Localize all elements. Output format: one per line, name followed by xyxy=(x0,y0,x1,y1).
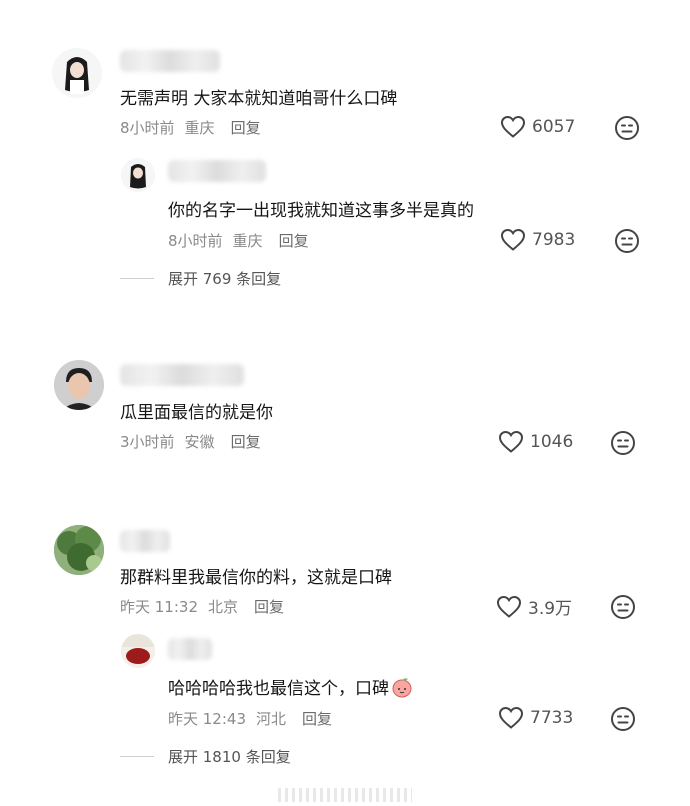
comment-meta: 8小时前 重庆 回复 xyxy=(120,117,271,138)
heart-outline-icon xyxy=(498,706,524,729)
comment-meta: 昨天 12:43 河北 回复 xyxy=(168,708,342,729)
avatar[interactable] xyxy=(121,634,155,668)
heart-outline-icon xyxy=(496,595,522,618)
comment-location: 河北 xyxy=(256,710,287,728)
like-count: 7733 xyxy=(530,708,574,728)
meh-face-icon[interactable] xyxy=(614,115,640,141)
comment-text: 瓜里面最信的就是你 xyxy=(120,403,273,423)
reply-button[interactable]: 回复 xyxy=(279,232,309,250)
reply-button[interactable]: 回复 xyxy=(302,710,332,728)
expand-replies-label: 展开 769 条回复 xyxy=(168,270,282,288)
comment-location: 安徽 xyxy=(184,433,215,451)
heart-outline-icon xyxy=(500,115,526,138)
username-blurred[interactable] xyxy=(120,530,170,552)
like-button[interactable]: 7733 xyxy=(498,706,573,730)
comment-text: 你的名字一出现我就知道这事多半是真的 xyxy=(168,201,474,221)
comment-time: 昨天 11:32 xyxy=(120,598,198,616)
like-count: 1046 xyxy=(530,432,574,452)
username-blurred[interactable] xyxy=(120,364,244,386)
like-button[interactable]: 6057 xyxy=(500,115,575,139)
comment-location: 重庆 xyxy=(184,119,215,137)
comment-time: 8小时前 xyxy=(168,232,223,250)
comment-meta: 3小时前 安徽 回复 xyxy=(120,431,271,452)
username-blurred[interactable] xyxy=(120,50,220,72)
expand-replies-button[interactable]: 展开 769 条回复 xyxy=(120,268,281,289)
avatar[interactable] xyxy=(52,48,102,98)
like-button[interactable]: 7983 xyxy=(500,228,575,252)
comment-text: 哈哈哈哈我也最信这个，口碑 xyxy=(168,674,413,699)
comment-time: 昨天 12:43 xyxy=(168,710,246,728)
comment-meta: 昨天 11:32 北京 回复 xyxy=(120,596,294,617)
like-button[interactable]: 3.9万 xyxy=(496,594,572,619)
meh-face-icon[interactable] xyxy=(610,430,636,456)
heart-outline-icon xyxy=(498,430,524,453)
avatar[interactable] xyxy=(54,525,104,575)
username-blurred[interactable] xyxy=(168,638,212,660)
comment-text: 无需声明 大家本就知道咱哥什么口碑 xyxy=(120,89,398,109)
expand-replies-label: 展开 1810 条回复 xyxy=(168,748,291,766)
expand-replies-button[interactable]: 展开 1810 条回复 xyxy=(120,746,291,767)
like-count: 6057 xyxy=(532,117,576,137)
heart-outline-icon xyxy=(500,228,526,251)
meh-face-icon[interactable] xyxy=(610,594,636,620)
peach-emoji-icon xyxy=(392,678,412,698)
avatar[interactable] xyxy=(121,158,155,192)
comment-location: 重庆 xyxy=(232,232,263,250)
divider-line xyxy=(120,756,154,757)
comment-time: 3小时前 xyxy=(120,433,175,451)
reply-button[interactable]: 回复 xyxy=(254,598,284,616)
reply-button[interactable]: 回复 xyxy=(231,433,261,451)
comment-time: 8小时前 xyxy=(120,119,175,137)
username-blurred[interactable] xyxy=(168,160,266,182)
like-count: 7983 xyxy=(532,230,576,250)
like-button[interactable]: 1046 xyxy=(498,430,573,454)
comment-text: 那群料里我最信你的料，这就是口碑 xyxy=(120,568,392,588)
meh-face-icon[interactable] xyxy=(614,228,640,254)
comment-location: 北京 xyxy=(208,598,239,616)
watermark xyxy=(278,788,412,802)
divider-line xyxy=(120,278,154,279)
meh-face-icon[interactable] xyxy=(610,706,636,732)
like-count: 3.9万 xyxy=(528,599,573,619)
avatar[interactable] xyxy=(54,360,104,410)
comment-meta: 8小时前 重庆 回复 xyxy=(168,230,319,251)
reply-button[interactable]: 回复 xyxy=(231,119,261,137)
comment-text-body: 哈哈哈哈我也最信这个，口碑 xyxy=(168,679,389,699)
